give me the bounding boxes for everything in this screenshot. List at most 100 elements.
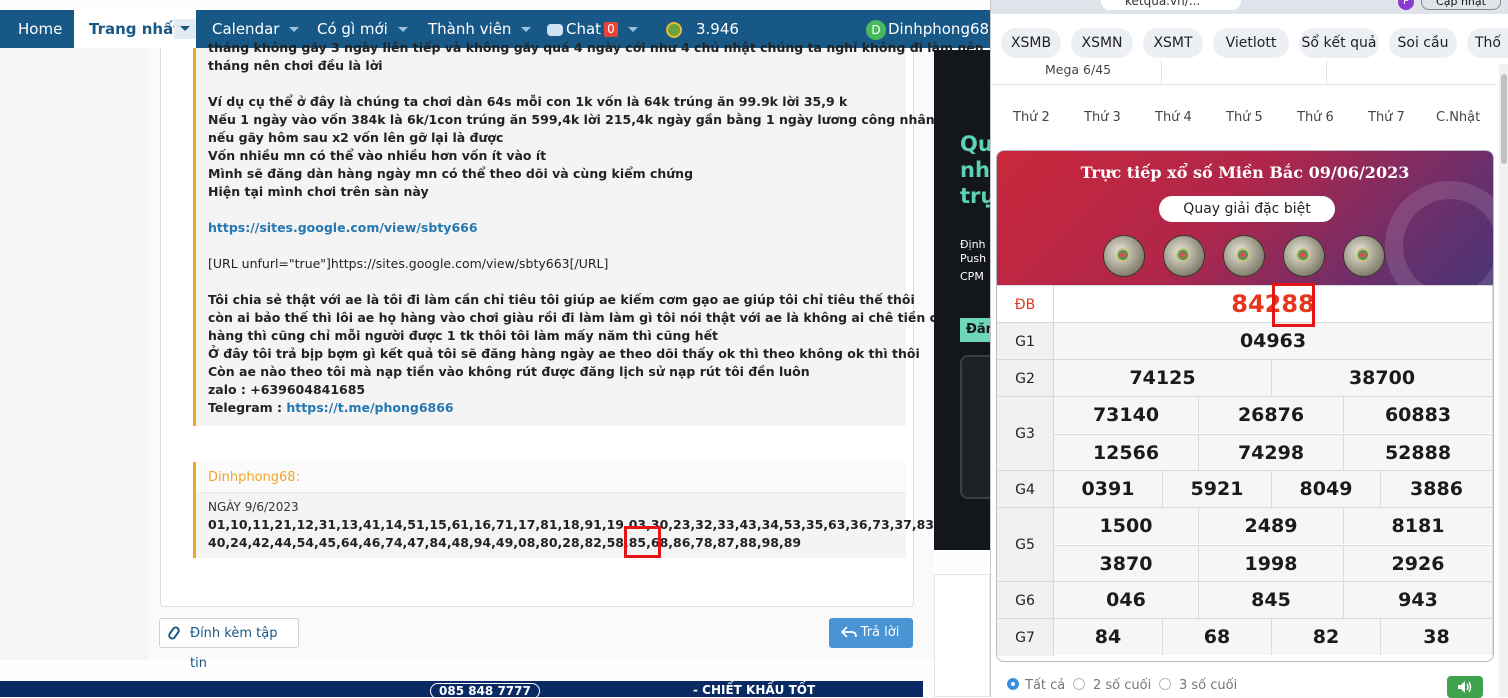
nav-front-page-label: Trang nhất	[89, 20, 181, 38]
prize-number: 04963	[1054, 323, 1493, 359]
radio-last-2[interactable]	[1073, 678, 1085, 690]
left-rail	[0, 48, 149, 660]
prize-number: 12566	[1054, 434, 1199, 470]
quoted-reply: Dinhphong68: NGÀY 9/6/2023 01,10,11,21,1…	[193, 462, 1027, 558]
prize-number: 2489	[1199, 508, 1344, 544]
reply-button[interactable]: Trả lời	[829, 618, 913, 648]
prize-number: 1998	[1199, 545, 1344, 581]
quote-header: Dinhphong68:	[196, 462, 906, 493]
address-bar[interactable]: ketqua.vn/...	[1101, 0, 1241, 10]
prize-row-g4: G4 0391 5921 8049 3886	[997, 470, 1493, 508]
chip-xsmt[interactable]: XSMT	[1143, 28, 1203, 58]
radio-last-3[interactable]	[1159, 678, 1171, 690]
chevron-down-icon	[397, 27, 408, 32]
filter-last-3-label: 3 số cuối	[1179, 678, 1238, 693]
highlight-box	[624, 526, 661, 558]
avatar: D	[866, 19, 886, 40]
sound-button[interactable]	[1447, 676, 1483, 698]
chip-so-ket-qua[interactable]: Sổ kết quả	[1299, 28, 1379, 58]
quote-line: tháng không gãy 3 ngày liên tiếp và khôn…	[208, 40, 984, 55]
prize-number: 0391	[1054, 471, 1163, 507]
day-tab[interactable]: Thứ 2	[1013, 110, 1050, 125]
prize-label: G5	[997, 508, 1054, 582]
prize-row-g3: G3 73140 26876 60883 12566 74298 52888	[997, 396, 1493, 471]
quote-line: hàng thì cũng chỉ mỗi người được 1 tk th…	[208, 328, 719, 343]
prize-number: 82	[1272, 619, 1381, 655]
ad-phone-image	[960, 355, 990, 499]
nav-home[interactable]: Home	[18, 10, 62, 48]
prize-label: G2	[997, 360, 1054, 397]
spin-special-button[interactable]: Quay giải đặc biệt	[1159, 196, 1335, 222]
prize-number: 8049	[1272, 471, 1381, 507]
prize-number: 3886	[1381, 471, 1493, 507]
prize-label: ĐB	[997, 286, 1054, 323]
profile-avatar[interactable]: P	[1398, 0, 1414, 10]
chip-xsmn[interactable]: XSMN	[1071, 28, 1133, 58]
prize-number: 8181	[1344, 508, 1493, 544]
ad-subtext: Định	[960, 238, 986, 251]
quote-line: Mình sẽ đăng dàn hàng ngày mn có thể the…	[208, 166, 694, 181]
chip-vietlott[interactable]: Vietlott	[1213, 28, 1289, 58]
quote-line: zalo : +639604841685	[208, 382, 366, 397]
reply-icon	[841, 626, 857, 638]
day-tab[interactable]: C.Nhật	[1436, 110, 1480, 125]
quote-line: nếu gãy hôm sau x2 vốn lên gỡ lại là đượ…	[208, 130, 504, 145]
prize-label: G6	[997, 582, 1054, 619]
telegram-label: Telegram :	[208, 400, 287, 415]
banner-phone: 085 848 7777	[430, 683, 540, 697]
radio-all[interactable]	[1007, 678, 1019, 690]
day-tab[interactable]: Thứ 4	[1155, 110, 1192, 125]
quote-line: Nếu 1 ngày vào vốn 384k là 6k/1con trúng…	[208, 112, 969, 127]
prize-row-g7: G7 84 68 82 38	[997, 618, 1493, 656]
lottery-ball-icon	[1103, 235, 1145, 277]
prize-number: 84	[1054, 619, 1163, 655]
sites-link[interactable]: https://sites.google.com/view/sbty666	[208, 220, 478, 235]
quote-line: Còn ae nào theo tôi mà nạp tiền vào khôn…	[208, 364, 810, 379]
post-quote: tháng không gãy 3 ngày liên tiếp và khôn…	[193, 40, 989, 426]
prize-number: 943	[1344, 582, 1493, 618]
chip-xsmb[interactable]: XSMB	[1001, 28, 1061, 58]
prize-number: 60883	[1344, 397, 1493, 433]
quote-line: tháng nên chơi đều là lời	[208, 58, 383, 73]
number-list-line: 40,24,42,44,54,45,64,46,74,47,84,48,94,4…	[208, 535, 802, 550]
ad-cta-button[interactable]: Đăn	[960, 318, 990, 342]
reply-label: Trả lời	[860, 625, 900, 640]
nav-front-page-dropdown[interactable]	[174, 19, 196, 39]
nav-members-label: Thành viên	[428, 20, 512, 38]
quote-author[interactable]: Dinhphong68:	[208, 470, 300, 485]
ad-headline: Qu	[960, 132, 990, 156]
telegram-link[interactable]: https://t.me/phong6866	[286, 400, 453, 415]
live-result-card: Trực tiếp xổ số Miền Bắc 09/06/2023 Quay…	[996, 150, 1494, 662]
chip-thong-ke[interactable]: Thố	[1467, 28, 1508, 58]
day-tab[interactable]: Thứ 6	[1297, 110, 1334, 125]
forum-thread: tháng không gãy 3 ngày liên tiếp và khôn…	[148, 40, 1027, 671]
side-ad-placeholder	[934, 574, 990, 697]
prize-number: 2926	[1344, 545, 1493, 581]
attach-file-button[interactable]: Đính kèm tập tin	[159, 618, 299, 671]
chevron-down-icon	[289, 27, 300, 32]
ad-headline: trụ	[960, 184, 990, 208]
day-tab[interactable]: Thứ 3	[1084, 110, 1121, 125]
digit-filter: Tất cả 2 số cuối 3 số cuối	[991, 670, 1508, 698]
prize-number: 68	[1163, 619, 1272, 655]
bottom-banner[interactable]: 085 848 7777 - CHIẾT KHẤU TỐT	[0, 681, 923, 697]
prize-number: 046	[1054, 582, 1199, 618]
highlight-box	[1272, 283, 1315, 327]
quote-date: NGÀY 9/6/2023	[208, 500, 299, 514]
update-button[interactable]: Cập nhật	[1421, 0, 1501, 10]
chip-soi-cau[interactable]: Soi cầu	[1389, 28, 1457, 58]
chevron-down-icon	[521, 27, 532, 32]
attach-file-label: Đính kèm tập tin	[190, 626, 278, 671]
side-advertisement[interactable]: Qu nhà trụ Định Push CPM Đăn	[934, 50, 990, 550]
prize-number: 38700	[1272, 360, 1493, 396]
scroll-thumb[interactable]	[1501, 74, 1507, 164]
prize-number: 73140	[1054, 397, 1199, 433]
post-card: tháng không gãy 3 ngày liên tiếp và khôn…	[160, 40, 1027, 607]
popup-scrollbar[interactable]	[1499, 64, 1508, 697]
day-tab[interactable]: Thứ 5	[1226, 110, 1263, 125]
mega-label: Mega 6/45	[1045, 62, 1112, 77]
day-tab[interactable]: Thứ 7	[1368, 110, 1405, 125]
chat-bubble-icon	[547, 23, 563, 36]
prize-row-g6: G6 046 845 943	[997, 581, 1493, 619]
nav-front-page[interactable]: Trang nhất	[74, 10, 196, 48]
